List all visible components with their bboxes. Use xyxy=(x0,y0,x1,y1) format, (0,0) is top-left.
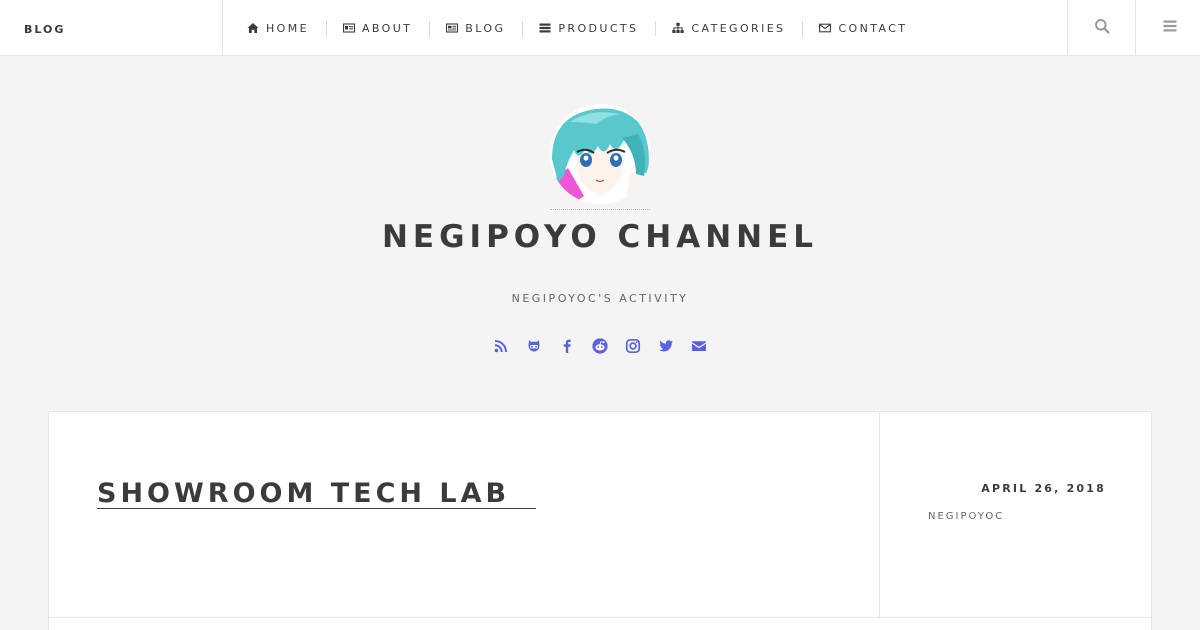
social-facebook[interactable] xyxy=(551,339,584,357)
nav-products-label: PRODUCTS xyxy=(558,21,639,35)
search-button[interactable] xyxy=(1067,0,1135,56)
post-meta: APRIL 26, 2018 NEGIPOYOC xyxy=(880,412,1152,618)
newspaper-icon xyxy=(446,22,459,34)
envelope-icon xyxy=(691,338,707,358)
post-header: SHOWROOM TECH LAB xyxy=(49,412,880,618)
nav-contact[interactable]: CONTACT xyxy=(802,0,924,56)
nav-categories[interactable]: CATEGORIES xyxy=(655,0,802,56)
social-email[interactable] xyxy=(683,339,716,357)
nav-blog[interactable]: BLOG xyxy=(429,0,522,56)
social-links xyxy=(0,338,1200,358)
post-card: SHOWROOM TECH LAB APRIL 26, 2018 NEGIPOY… xyxy=(48,411,1152,630)
anime-girl-avatar xyxy=(550,104,650,204)
social-reddit[interactable] xyxy=(584,338,617,358)
brand-label[interactable]: BLOG xyxy=(24,23,65,36)
post-title-link[interactable]: SHOWROOM TECH LAB xyxy=(97,480,537,509)
menu-button[interactable] xyxy=(1135,0,1200,56)
nav-home-label: HOME xyxy=(266,21,309,35)
brand[interactable]: BLOG xyxy=(0,0,223,56)
envelope-icon xyxy=(819,22,832,34)
home-icon xyxy=(247,22,259,34)
social-github[interactable] xyxy=(518,339,551,357)
nav-categories-label: CATEGORIES xyxy=(691,21,786,35)
reddit-icon xyxy=(592,338,608,358)
social-instagram[interactable] xyxy=(617,338,650,358)
nav-blog-label: BLOG xyxy=(465,21,506,35)
rss-icon xyxy=(493,338,509,358)
twitter-icon xyxy=(658,338,674,358)
sitemap-icon xyxy=(672,22,685,34)
top-bar: BLOG HOME ABOUT BLOG PRODUCTS CATEGORIES… xyxy=(0,0,1200,56)
nav-products[interactable]: PRODUCTS xyxy=(522,0,655,56)
nav-about-label: ABOUT xyxy=(361,21,413,35)
site-title: NEGIPOYO CHANNEL xyxy=(381,219,819,255)
nav-contact-label: CONTACT xyxy=(838,21,908,35)
instagram-icon xyxy=(625,338,641,358)
github-alt-icon xyxy=(526,338,542,358)
nav-about[interactable]: ABOUT xyxy=(325,0,429,56)
post-author-link[interactable]: NEGIPOYOC xyxy=(928,511,1004,522)
social-twitter[interactable] xyxy=(650,339,683,357)
id-card-icon xyxy=(342,22,355,34)
main-nav: HOME ABOUT BLOG PRODUCTS CATEGORIES CONT… xyxy=(230,0,924,56)
nav-home[interactable]: HOME xyxy=(230,0,326,56)
avatar-divider xyxy=(550,209,650,210)
list-icon xyxy=(539,22,551,34)
facebook-icon xyxy=(559,338,575,358)
search-icon xyxy=(1094,18,1110,38)
social-rss[interactable] xyxy=(485,339,518,357)
avatar[interactable] xyxy=(550,104,650,204)
site-subtitle: NEGIPOYOC'S ACTIVITY xyxy=(511,292,689,305)
post-date: APRIL 26, 2018 xyxy=(981,482,1106,495)
menu-icon xyxy=(1162,18,1178,38)
